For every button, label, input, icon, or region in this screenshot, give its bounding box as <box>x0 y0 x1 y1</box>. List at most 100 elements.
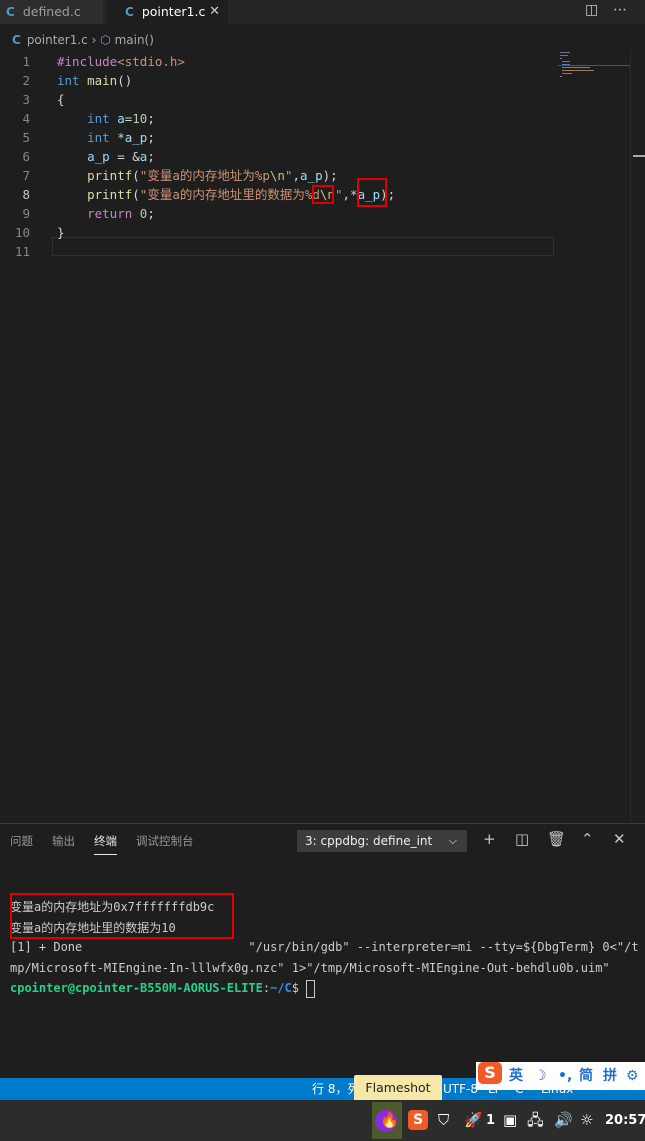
code-token: a_p <box>87 149 110 164</box>
terminal-cursor <box>306 979 316 998</box>
cube-icon: ⬡ <box>100 33 111 47</box>
chevron-down-icon: ⌵ <box>448 834 457 847</box>
cursor-position[interactable]: 行 8，列 <box>312 1078 359 1100</box>
clipboard-icon[interactable]: ▣ <box>503 1100 517 1141</box>
annotation-box-pointer <box>357 178 387 207</box>
line-number: 9 <box>22 206 30 221</box>
code-token: () <box>117 73 133 88</box>
c-file-icon: C <box>6 5 15 19</box>
gear-icon[interactable]: ⚙ <box>626 1062 639 1090</box>
code-line[interactable]: 4 int a=10; <box>0 109 630 128</box>
terminal-prompt[interactable]: cpointer@cpointer-B550M-AORUS-ELITE:~/C$ <box>10 978 316 999</box>
code-line[interactable]: 6 a_p = &a; <box>0 147 630 166</box>
ime-lang-toggle[interactable]: 英 <box>509 1062 523 1090</box>
volume-icon[interactable]: 🔊 <box>554 1100 573 1141</box>
tab-defined-c[interactable]: Cdefined.c <box>0 0 104 24</box>
code-editor[interactable]: 1 #include<stdio.h> 2 int main() 3{4 int a=1… <box>0 52 630 822</box>
code-line[interactable]: 5 int *a_p; <box>0 128 630 147</box>
close-icon[interactable]: ✕ <box>209 0 220 24</box>
sogou-logo-icon[interactable]: S <box>478 1062 502 1084</box>
code-text: { <box>57 90 65 109</box>
code-token: "变量a的内存地址为%p <box>139 168 270 183</box>
code-token: ; <box>147 111 155 126</box>
system-taskbar: ⛉ 🚀 1 ▣ 🖧 🔊 ☼ 20:57 <box>0 1100 645 1141</box>
code-text: int a=10; <box>57 109 155 128</box>
code-line[interactable]: 1 #include<stdio.h> <box>0 52 630 71</box>
line-number: 5 <box>22 130 30 145</box>
split-editor-icon[interactable]: ◫ <box>585 2 598 18</box>
code-line[interactable]: 2 int main() <box>0 71 630 90</box>
flameshot-tray-icon[interactable]: 🔥 <box>372 1102 402 1139</box>
line-number: 6 <box>22 149 30 164</box>
breadcrumb-file[interactable]: pointer1.c <box>27 33 88 47</box>
more-actions-icon[interactable]: ⋯ <box>613 2 627 18</box>
breadcrumb: Cpointer1.c › ⬡ main() <box>0 30 154 50</box>
code-token: \n <box>269 168 285 183</box>
flameshot-tooltip: Flameshot <box>354 1075 442 1101</box>
punctuation-icon[interactable]: •, <box>558 1062 572 1090</box>
line-number: 4 <box>22 111 30 126</box>
editor-actions: ◫ ⋯ <box>575 0 645 24</box>
tab-pointer1-c[interactable]: Cpointer1.c ✕ <box>106 0 228 24</box>
close-panel-icon[interactable]: ✕ <box>613 830 626 848</box>
code-token: ; <box>147 206 155 221</box>
tab-label: defined.c <box>22 4 81 19</box>
terminal-output-line: [1] + Done "/usr/bin/gdb" --interpreter=… <box>10 940 639 954</box>
code-token: ; <box>147 149 155 164</box>
code-line[interactable]: 9 return 0; <box>0 204 630 223</box>
code-text: a_p = &a; <box>57 147 155 166</box>
code-token: 10 <box>132 111 148 126</box>
code-token: , <box>342 187 351 202</box>
c-file-icon: C <box>12 33 21 47</box>
line-number: 7 <box>22 168 30 183</box>
tab-terminal[interactable]: 终端 <box>94 833 117 855</box>
rocket-icon[interactable]: 🚀 <box>464 1100 483 1141</box>
code-line[interactable]: 3{ <box>0 90 630 109</box>
terminal-select[interactable]: 3: cppdbg: define_int ⌵ <box>297 830 467 852</box>
code-token: { <box>57 92 65 107</box>
trash-icon[interactable]: 🗑 <box>547 830 566 848</box>
code-line[interactable]: 11 <box>0 242 630 261</box>
shield-icon[interactable]: ⛉ <box>438 1100 449 1141</box>
tab-problems[interactable]: 问题 <box>10 833 33 849</box>
line-number: 8 <box>22 187 30 202</box>
line-number: 3 <box>22 92 30 107</box>
code-line[interactable]: 10} <box>0 223 630 242</box>
breadcrumb-symbol[interactable]: main() <box>115 33 154 47</box>
brightness-icon[interactable]: ☼ <box>580 1100 593 1141</box>
editor-scrollbar[interactable] <box>630 50 645 822</box>
code-token: a_p <box>124 130 148 145</box>
tab-label: pointer1.c <box>141 4 206 19</box>
ime-simplified[interactable]: 简 <box>579 1062 593 1090</box>
code-token: a_p <box>300 168 323 183</box>
code-token: } <box>57 225 65 240</box>
code-token: int <box>87 111 110 126</box>
ime-pinyin[interactable]: 拼 <box>603 1062 617 1090</box>
code-line[interactable]: 7 printf("变量a的内存地址为%p\n",a_p); <box>0 166 630 185</box>
sogou-tray-icon[interactable]: S <box>408 1110 428 1130</box>
code-token: " <box>334 187 343 202</box>
code-token: ( <box>132 187 140 202</box>
encoding[interactable]: UTF-8 <box>443 1078 478 1100</box>
maximize-panel-icon[interactable]: ⌃ <box>581 830 594 848</box>
tab-output[interactable]: 输出 <box>52 833 75 849</box>
code-token: printf <box>87 187 133 202</box>
code-token: a <box>117 111 125 126</box>
moon-icon[interactable]: ☽ <box>534 1062 547 1090</box>
code-token: #include <box>57 54 118 69</box>
tab-debug-console[interactable]: 调试控制台 <box>136 833 194 849</box>
minimap[interactable] <box>558 50 630 80</box>
code-token: int <box>57 73 80 88</box>
network-icon[interactable]: 🖧 <box>527 1100 544 1141</box>
prompt-user: cpointer@cpointer-B550M-AORUS-ELITE <box>10 981 263 995</box>
split-terminal-icon[interactable]: ◫ <box>515 830 529 848</box>
clock[interactable]: 20:57 <box>605 1100 645 1141</box>
new-terminal-icon[interactable]: + <box>483 830 496 848</box>
code-token: int <box>87 130 110 145</box>
